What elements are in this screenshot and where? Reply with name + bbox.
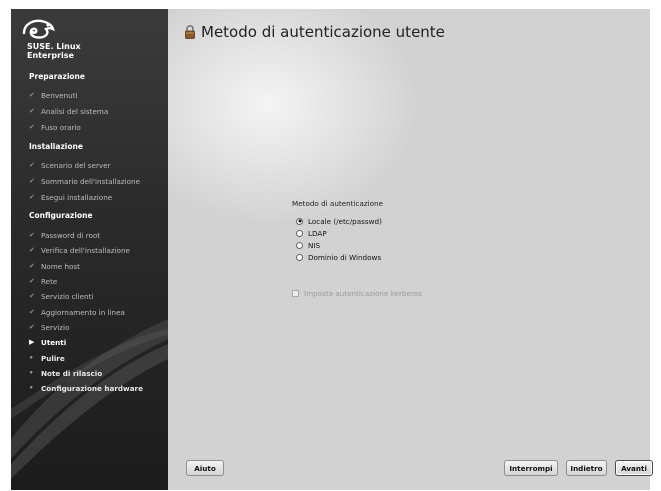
kerberos-checkbox[interactable] <box>292 290 299 297</box>
checkmark-icon: ✔ <box>29 231 35 239</box>
section-installazione: Installazione <box>29 142 83 151</box>
radio-label: NIS <box>308 240 321 250</box>
step-label: Password di root <box>41 230 101 240</box>
step-label: Fuso orario <box>41 122 81 132</box>
kerberos-checkbox-label: Imposta autenticazione kerberos <box>304 289 422 298</box>
radio-button[interactable] <box>296 241 303 249</box>
kerberos-checkbox-row[interactable]: Imposta autenticazione kerberos <box>292 289 422 298</box>
sidebar: SUSE. Linux Enterprise Preparazione ✔ Ben… <box>11 9 168 490</box>
radio-locale[interactable]: Locale (/etc/passwd) <box>296 215 382 227</box>
step-servizio-clienti: ✔ Servizio clienti <box>29 290 93 302</box>
step-label: Aggiornamento in linea <box>41 307 125 317</box>
radio-label: Locale (/etc/passwd) <box>308 216 382 226</box>
abort-button[interactable]: Interrompi <box>504 460 558 476</box>
step-note-rilascio: • Note di rilascio <box>29 367 102 379</box>
checkmark-icon: ✔ <box>29 123 35 131</box>
auth-method-group-label: Metodo di autenticazione <box>292 199 383 208</box>
step-fuso-orario: ✔ Fuso orario <box>29 121 81 133</box>
checkmark-icon: ✔ <box>29 246 35 254</box>
radio-ldap[interactable]: LDAP <box>296 227 327 239</box>
step-label: Pulire <box>41 353 65 363</box>
page-title: Metodo di autenticazione utente <box>201 23 445 41</box>
step-rete: ✔ Rete <box>29 275 57 287</box>
step-label: Servizio clienti <box>41 291 94 301</box>
step-servizio: ✔ Servizio <box>29 321 69 333</box>
step-nome-host: ✔ Nome host <box>29 260 80 272</box>
checkmark-icon: ✔ <box>29 292 35 300</box>
step-label: Verifica dell'installazione <box>41 245 130 255</box>
step-label: Analisi del sistema <box>41 106 109 116</box>
step-label: Benvenuti <box>41 90 78 100</box>
step-pulire: • Pulire <box>29 352 65 364</box>
step-scenario-server: ✔ Scenario del server <box>29 159 111 171</box>
bullet-icon: • <box>29 384 34 392</box>
checkmark-icon: ✔ <box>29 323 35 331</box>
next-button[interactable]: Avanti <box>615 460 653 476</box>
step-label: Utenti <box>41 337 67 347</box>
step-utenti: ▶ Utenti <box>29 336 66 348</box>
radio-label: Dominio di Windows <box>308 252 382 262</box>
radio-label: LDAP <box>308 228 327 238</box>
step-aggiornamento-linea: ✔ Aggiornamento in linea <box>29 306 125 318</box>
step-configurazione-hardware: • Configurazione hardware <box>29 382 143 394</box>
checkmark-icon: ✔ <box>29 193 35 201</box>
section-configurazione: Configurazione <box>29 211 93 220</box>
step-verifica-installazione: ✔ Verifica dell'installazione <box>29 244 130 256</box>
step-esegui-installazione: ✔ Esegui installazione <box>29 191 112 203</box>
brand-line-2: Enterprise <box>27 51 74 60</box>
checkmark-icon: ✔ <box>29 161 35 169</box>
checkmark-icon: ✔ <box>29 277 35 285</box>
arrow-right-icon: ▶ <box>29 338 35 346</box>
step-label: Sommario dell'installazione <box>41 176 141 186</box>
radio-dominio-windows[interactable]: Dominio di Windows <box>296 251 381 263</box>
step-label: Esegui installazione <box>41 192 113 202</box>
step-label: Scenario del server <box>41 160 111 170</box>
lock-icon <box>185 25 195 39</box>
step-sommario-installazione: ✔ Sommario dell'installazione <box>29 175 140 187</box>
step-label: Nome host <box>41 261 80 271</box>
section-preparazione: Preparazione <box>29 72 85 81</box>
step-label: Configurazione hardware <box>41 383 143 393</box>
radio-nis[interactable]: NIS <box>296 239 320 251</box>
step-label: Note di rilascio <box>41 368 103 378</box>
checkmark-icon: ✔ <box>29 107 35 115</box>
bullet-icon: • <box>29 354 34 362</box>
back-button[interactable]: Indietro <box>566 460 607 476</box>
installer-window: SUSE. Linux Enterprise Preparazione ✔ Ben… <box>11 9 653 490</box>
help-button[interactable]: Aiuto <box>186 460 224 476</box>
step-benvenuti: ✔ Benvenuti <box>29 89 78 101</box>
step-label: Servizio <box>41 322 70 332</box>
checkmark-icon: ✔ <box>29 91 35 99</box>
radio-button[interactable] <box>296 253 303 261</box>
product-brand: SUSE. Linux Enterprise <box>27 42 81 60</box>
main-content: Metodo di autenticazione utente Metodo d… <box>168 9 653 490</box>
radio-button-selected[interactable] <box>296 217 303 225</box>
brand-line-1: SUSE. Linux <box>27 42 81 51</box>
checkmark-icon: ✔ <box>29 262 35 270</box>
step-password-root: ✔ Password di root <box>29 229 100 241</box>
step-label: Rete <box>41 276 58 286</box>
chameleon-logo-icon <box>22 19 55 39</box>
bullet-icon: • <box>29 369 34 377</box>
step-analisi-sistema: ✔ Analisi del sistema <box>29 105 108 117</box>
checkmark-icon: ✔ <box>29 308 35 316</box>
radio-button[interactable] <box>296 229 303 237</box>
checkmark-icon: ✔ <box>29 177 35 185</box>
